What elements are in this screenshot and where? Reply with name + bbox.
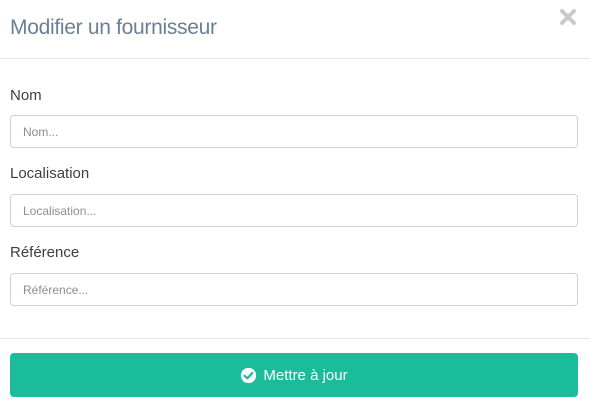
update-button[interactable]: Mettre à jour bbox=[10, 353, 578, 397]
modal-body: Nom Localisation Référence bbox=[0, 59, 590, 338]
close-button[interactable] bbox=[558, 7, 578, 27]
location-label: Localisation bbox=[10, 165, 90, 182]
update-button-label: Mettre à jour bbox=[263, 366, 348, 384]
reference-input[interactable] bbox=[10, 273, 578, 306]
edit-supplier-modal: Modifier un fournisseur Nom Localisation… bbox=[0, 0, 590, 408]
modal-header: Modifier un fournisseur bbox=[0, 0, 590, 59]
reference-label: Référence bbox=[10, 244, 80, 261]
modal-footer: Mettre à jour bbox=[0, 338, 590, 408]
name-input[interactable] bbox=[10, 115, 578, 148]
modal-title: Modifier un fournisseur bbox=[10, 16, 217, 39]
location-input[interactable] bbox=[10, 194, 578, 227]
name-label: Nom bbox=[10, 87, 42, 104]
close-icon bbox=[560, 9, 576, 25]
check-circle-icon bbox=[241, 367, 257, 383]
